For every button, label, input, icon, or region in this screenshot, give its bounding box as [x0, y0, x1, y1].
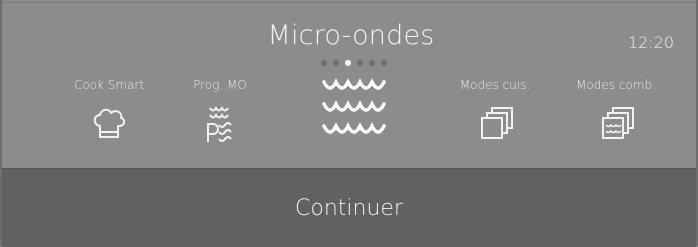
- page-dot: [333, 60, 339, 66]
- mode-label: Modes cuis.: [459, 78, 531, 92]
- bottom-bar: Continuer: [2, 168, 696, 247]
- page-dot: [381, 60, 387, 66]
- mode-cook-smart[interactable]: Cook Smart: [66, 78, 152, 148]
- microwave-waves-icon: [318, 72, 398, 148]
- screen-title: Micro-ondes: [267, 20, 435, 51]
- mode-micro-ondes-selected[interactable]: [318, 72, 398, 148]
- chef-hat-icon: [66, 104, 152, 148]
- top-divider: [2, 2, 696, 3]
- oven-display: Micro-ondes 12:20 Cook Smart Prog. MO Mo…: [0, 0, 698, 247]
- clock: 12:20: [627, 33, 674, 52]
- microwave-program-icon: [182, 104, 258, 150]
- page-dot-active: [345, 60, 351, 66]
- stacked-squares-icon: [450, 104, 540, 150]
- mode-modes-cuisson[interactable]: Modes cuis.: [450, 78, 540, 150]
- mode-label: Modes comb.: [576, 78, 656, 92]
- stacked-squares-waves-icon: [568, 104, 664, 150]
- page-indicator: [321, 60, 387, 66]
- page-dot: [369, 60, 375, 66]
- mode-label: Cook Smart: [73, 78, 145, 92]
- mode-prog-mo[interactable]: Prog. MO: [182, 78, 258, 150]
- page-dot: [321, 60, 327, 66]
- mode-label: Prog. MO: [193, 78, 247, 92]
- page-dot: [357, 60, 363, 66]
- mode-modes-combines[interactable]: Modes comb.: [568, 78, 664, 150]
- continue-button[interactable]: Continuer: [2, 169, 696, 247]
